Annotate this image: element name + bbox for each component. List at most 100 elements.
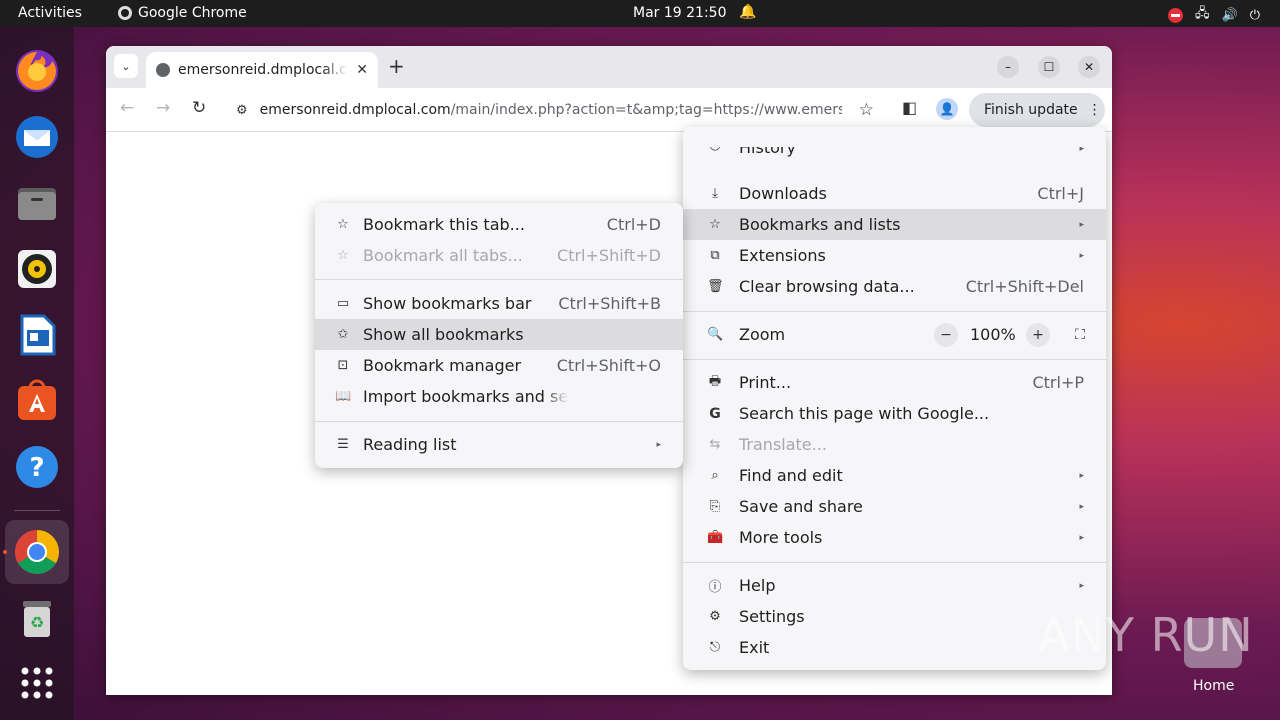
toolbox-icon: 🧰 <box>707 530 724 545</box>
submenu-item-show-bookmarks-bar[interactable]: ▭ Show bookmarks bar Ctrl+Shift+B <box>315 288 683 319</box>
menu-item-clear-browsing-data[interactable]: 🗑 Clear browsing data... Ctrl+Shift+Del <box>683 271 1106 302</box>
minimize-button[interactable]: – <box>997 56 1019 78</box>
star-icon: ☆ <box>337 217 349 232</box>
new-tab-button[interactable]: + <box>388 54 405 78</box>
menu-separator <box>683 311 1106 312</box>
trash-icon: 🗑 <box>707 279 724 294</box>
menu-item-help[interactable]: ⓘ Help ▸ <box>683 570 1106 601</box>
menu-item-search-with-google[interactable]: G Search this page with Google... <box>683 398 1106 429</box>
bookmarks-bar-icon: ▭ <box>336 296 350 311</box>
menu-separator <box>315 279 683 280</box>
app-menu[interactable]: Google Chrome <box>118 5 247 21</box>
chrome-icon[interactable] <box>13 528 61 576</box>
book-icon: 📖 <box>335 389 352 404</box>
menu-item-find-and-edit[interactable]: ⌕ Find and edit ▸ <box>683 460 1106 491</box>
star-icon: ☆ <box>709 217 721 232</box>
google-g-icon: G <box>709 405 721 422</box>
bookmark-manager-icon: ⊡ <box>337 358 349 373</box>
bookmarks-submenu: ☆ Bookmark this tab... Ctrl+D ☆ Bookmark… <box>315 203 683 468</box>
zoom-in-button[interactable]: + <box>1026 322 1050 347</box>
menu-separator <box>683 562 1106 563</box>
help-circle-icon: ⓘ <box>708 580 722 595</box>
firefox-icon[interactable] <box>13 47 61 95</box>
trash-icon[interactable]: ♻ <box>13 594 61 642</box>
tab-close-icon[interactable]: ✕ <box>356 62 368 78</box>
url-path: /main/index.php?action=t&amp;tag=https:/… <box>450 102 842 118</box>
close-window-button[interactable]: ✕ <box>1078 56 1100 78</box>
profile-avatar[interactable]: 👤 <box>936 98 958 120</box>
menu-item-downloads[interactable]: ⤓ Downloads Ctrl+J <box>683 178 1106 209</box>
help-icon[interactable]: ? <box>13 443 61 491</box>
zoom-out-button[interactable]: − <box>934 322 958 347</box>
address-bar[interactable]: ⚙ emersonreid.dmplocal.com/main/index.ph… <box>224 93 886 127</box>
power-icon: ⏻ <box>1249 7 1260 23</box>
stars-icon: ✩ <box>337 327 349 342</box>
active-tab[interactable]: emersonreid.dmplocal.com ✕ <box>146 52 378 88</box>
dock: ? ♻ <box>0 27 74 720</box>
menu-item-zoom: 🔍 Zoom − 100% + ⛶ <box>683 319 1106 350</box>
menu-item-more-tools[interactable]: 🧰 More tools ▸ <box>683 522 1106 553</box>
clock[interactable]: Mar 19 21:50 <box>633 5 726 21</box>
toolbar: ← → ↻ ⚙ emersonreid.dmplocal.com/main/in… <box>106 88 1112 132</box>
menu-item-extensions[interactable]: ⧉ Extensions ▸ <box>683 240 1106 271</box>
zoom-icon: 🔍 <box>707 327 724 342</box>
puzzle-icon: ⧉ <box>710 248 720 263</box>
forward-button[interactable]: → <box>156 98 170 118</box>
network-icon: 🖧 <box>1195 6 1210 21</box>
submenu-item-bookmark-manager[interactable]: ⊡ Bookmark manager Ctrl+Shift+O <box>315 350 683 381</box>
running-indicator <box>3 550 7 554</box>
thunderbird-icon[interactable] <box>13 113 61 161</box>
site-globe-icon <box>156 63 170 77</box>
menu-item-save-and-share[interactable]: ⎘ Save and share ▸ <box>683 491 1106 522</box>
chrome-main-menu: ◷ History ▸ ⤓ Downloads Ctrl+J ☆ Bookmar… <box>683 127 1106 670</box>
zoom-value: 100% <box>970 325 1016 344</box>
zoom-controls: − 100% + ⛶ <box>934 322 1092 347</box>
back-button[interactable]: ← <box>120 98 134 118</box>
menu-item-history[interactable]: ◷ History ▸ <box>683 147 1106 163</box>
more-vert-icon: ⋮ <box>1087 102 1102 118</box>
bell-icon[interactable]: 🔔 <box>739 4 756 20</box>
gear-icon: ⚙ <box>709 609 721 624</box>
menu-item-bookmarks-and-lists[interactable]: ☆ Bookmarks and lists ▸ <box>683 209 1106 240</box>
menu-item-print[interactable]: 🖶 Print... Ctrl+P <box>683 367 1106 398</box>
chevron-right-icon: ▸ <box>1079 501 1084 512</box>
find-icon: ⌕ <box>711 468 719 483</box>
maximize-button[interactable]: ☐ <box>1038 56 1060 78</box>
reading-list-icon: ☰ <box>337 437 349 452</box>
svg-text:♻: ♻ <box>30 613 44 632</box>
submenu-item-bookmark-this-tab[interactable]: ☆ Bookmark this tab... Ctrl+D <box>315 209 683 240</box>
activities-button[interactable]: Activities <box>18 5 82 21</box>
system-tray[interactable]: 🖧 🔊 ⏻ <box>1168 4 1260 26</box>
fullscreen-icon[interactable]: ⛶ <box>1068 323 1092 347</box>
writer-icon[interactable] <box>13 311 61 359</box>
files-icon[interactable] <box>13 179 61 227</box>
reload-button[interactable]: ↻ <box>192 98 206 118</box>
svg-text:?: ? <box>29 453 44 483</box>
chevron-right-icon: ▸ <box>656 439 661 450</box>
tab-search-button[interactable]: ⌄ <box>114 54 138 78</box>
home-label[interactable]: Home <box>1193 678 1234 694</box>
save-share-icon: ⎘ <box>709 499 721 514</box>
submenu-item-import-bookmarks[interactable]: 📖 Import bookmarks and se <box>315 381 683 412</box>
submenu-item-show-all-bookmarks[interactable]: ✩ Show all bookmarks <box>315 319 683 350</box>
translate-icon: ⇆ <box>709 437 721 452</box>
app-name: Google Chrome <box>138 5 247 21</box>
submenu-item-reading-list[interactable]: ☰ Reading list ▸ <box>315 429 683 460</box>
tab-title: emersonreid.dmplocal.com <box>178 62 348 78</box>
anyrun-watermark: ANY RUN <box>1038 608 1254 662</box>
chevron-right-icon: ▸ <box>1079 580 1084 591</box>
url-host: emersonreid.dmplocal.com <box>259 102 451 118</box>
software-icon[interactable] <box>13 377 61 425</box>
bookmark-star-icon[interactable]: ☆ <box>859 100 874 120</box>
rhythmbox-icon[interactable] <box>13 245 61 293</box>
volume-icon: 🔊 <box>1221 7 1238 23</box>
chevron-right-icon: ▸ <box>1079 147 1084 154</box>
menu-separator <box>683 359 1106 360</box>
site-info-icon[interactable]: ⚙ <box>236 103 248 118</box>
finish-update-button[interactable]: Finish update ⋮ <box>969 93 1105 127</box>
tab-strip: ⌄ emersonreid.dmplocal.com ✕ + – ☐ ✕ <box>106 46 1112 88</box>
exit-icon: ⎋ <box>709 640 721 655</box>
side-panel-icon[interactable]: ◧ <box>902 98 917 117</box>
print-icon: 🖶 <box>708 373 722 389</box>
apps-grid-icon[interactable] <box>13 659 61 707</box>
